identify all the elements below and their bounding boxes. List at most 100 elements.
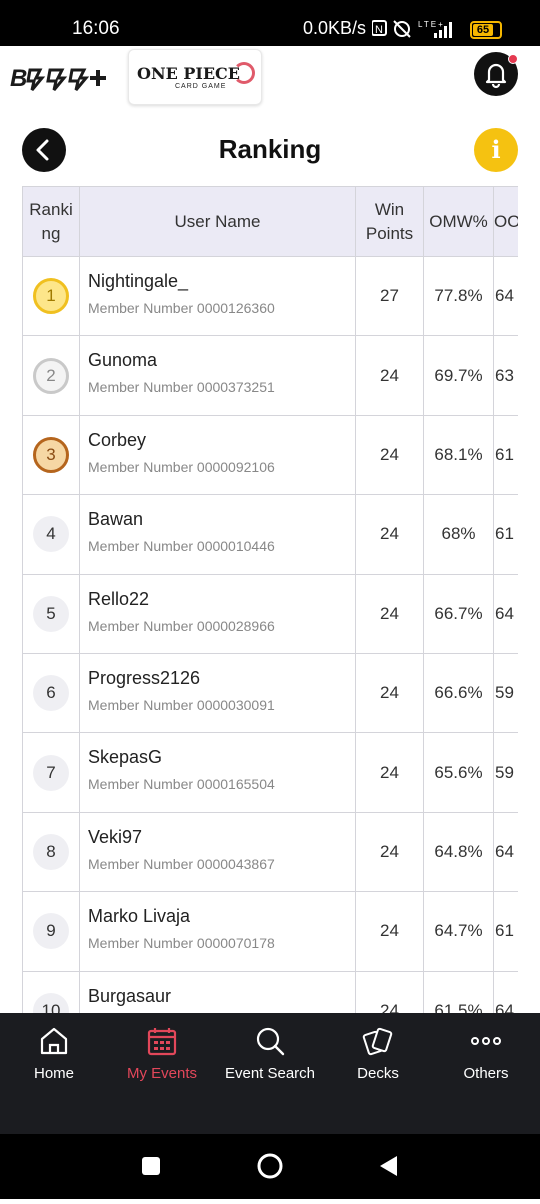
nav-others[interactable]: Others xyxy=(432,1013,540,1134)
header-omw[interactable]: OMW% xyxy=(423,187,493,256)
notification-dot xyxy=(508,54,518,64)
user-name: Rello22 xyxy=(88,588,150,609)
win-points-cell: 24 xyxy=(355,495,423,574)
user-name: Gunoma xyxy=(88,350,158,371)
omw-cell: 64.8% xyxy=(423,812,493,892)
win-points-cell: 24 xyxy=(355,892,423,971)
notification-button[interactable] xyxy=(474,52,518,96)
win-points-cell: 24 xyxy=(355,654,423,733)
recent-apps-icon[interactable] xyxy=(142,1157,160,1175)
rank-badge: 6 xyxy=(33,675,69,712)
table-row[interactable]: 3 Corbey Member Number 0000092106 24 68.1% 61 xyxy=(22,415,518,496)
table-row[interactable]: 5 Rello22 Member Number 0000028966 24 66.7% 6… xyxy=(22,574,518,654)
user-cell[interactable]: Rello22 Member Number 0000028966 xyxy=(79,574,355,653)
brand-swirl-icon xyxy=(233,62,255,84)
user-cell[interactable]: Burgasaur xyxy=(79,971,355,1013)
omw-cell: 69.7% xyxy=(423,336,493,415)
oo-cell: 59 xyxy=(493,733,518,812)
rank-cell: 5 xyxy=(22,574,79,653)
omw-cell: 68% xyxy=(423,495,493,574)
table-row[interactable]: 7 SkepasG Member Number 0000165504 24 65.6% 5… xyxy=(22,733,518,813)
table-row[interactable]: 8 Veki97 Member Number 0000043867 24 64.8% 64 xyxy=(22,812,518,893)
one-piece-logo[interactable]: ONE PIECE CARD GAME xyxy=(128,49,262,105)
search-icon xyxy=(256,1027,285,1056)
status-icons: N LTE+ xyxy=(371,18,464,44)
rank-cell: 10 xyxy=(22,971,79,1013)
user-cell[interactable]: Gunoma Member Number 0000373251 xyxy=(79,336,355,415)
table-row[interactable]: 1 Nightingale_ Member Number 0000126360 27 7… xyxy=(22,257,518,337)
user-name: Progress2126 xyxy=(88,668,201,688)
rank-badge: 4 xyxy=(33,516,69,553)
rank-badge: 5 xyxy=(33,595,69,632)
oo-cell: 61 xyxy=(493,495,518,574)
rank-badge: 1 xyxy=(33,278,69,315)
home-icon xyxy=(40,1027,68,1055)
user-cell[interactable]: Marko Livaja Member Number 0000070178 xyxy=(79,892,355,971)
member-number: Member Number 0000010446 xyxy=(88,538,275,555)
brand-title: ONE PIECE xyxy=(137,64,240,83)
cards-icon xyxy=(362,1027,393,1056)
rank-cell: 6 xyxy=(22,654,79,733)
table-row[interactable]: 4 Bawan Member Number 0000010446 24 68% 61 xyxy=(22,495,518,575)
table-row[interactable]: 6 Progress2126 Member Number 0000030091 24 6… xyxy=(22,654,518,734)
member-number: Member Number 0000070178 xyxy=(88,935,275,952)
table-header: Ranking User Name Win Points OMW% OO xyxy=(22,186,518,257)
user-cell[interactable]: Corbey Member Number 0000092106 xyxy=(79,415,355,495)
oo-cell: 59 xyxy=(493,654,518,733)
table-row[interactable]: 2 Gunoma Member Number 0000373251 24 69.7% 63 xyxy=(22,336,518,416)
user-name: SkepasG xyxy=(88,747,163,768)
member-number: Member Number 0000165504 xyxy=(88,776,275,793)
rank-cell: 4 xyxy=(22,495,79,574)
rank-badge: 10 xyxy=(33,992,69,1013)
table-row[interactable]: 9 Marko Livaja Member Number 0000070178 24 6… xyxy=(22,892,518,972)
nav-home[interactable]: Home xyxy=(0,1013,108,1134)
rank-cell: 9 xyxy=(22,892,79,971)
member-number: Member Number 0000028966 xyxy=(88,617,275,634)
ranking-table[interactable]: Ranking User Name Win Points OMW% OO 1 Ni… xyxy=(22,186,518,1013)
header-rank[interactable]: Ranking xyxy=(22,187,79,256)
omw-cell: 77.8% xyxy=(423,257,493,336)
rank-cell: 1 xyxy=(22,257,79,336)
rank-badge: 9 xyxy=(33,913,69,950)
app-bar: B ONE PIECE CARD GAME xyxy=(0,46,540,110)
calendar-icon xyxy=(147,1028,177,1056)
header-oo[interactable]: OO xyxy=(493,187,518,256)
oo-cell: 61 xyxy=(493,415,518,495)
home-system-icon[interactable] xyxy=(257,1153,283,1179)
logo-icon: B xyxy=(10,65,106,92)
oo-cell: 63 xyxy=(493,336,518,415)
user-name: Burgasaur xyxy=(88,985,172,1006)
user-cell[interactable]: Veki97 Member Number 0000043867 xyxy=(79,812,355,892)
win-points-cell: 24 xyxy=(355,336,423,415)
bottom-nav: Home My Events Event Search Decks Others xyxy=(0,1013,540,1134)
svg-text:B: B xyxy=(10,65,27,92)
header-win-points[interactable]: Win Points xyxy=(355,187,423,256)
header-user[interactable]: User Name xyxy=(79,187,355,256)
battery-icon: 65 xyxy=(470,21,502,39)
nav-decks[interactable]: Decks xyxy=(324,1013,432,1134)
bandai-tcg-logo[interactable]: B xyxy=(10,62,110,101)
status-bar: 16:06 0.0KB/s N LTE+ 65 xyxy=(0,0,540,46)
member-number: Member Number 0000373251 xyxy=(88,379,275,396)
win-points-cell: 24 xyxy=(355,733,423,812)
omw-cell: 65.6% xyxy=(423,733,493,812)
user-cell[interactable]: Progress2126 Member Number 0000030091 xyxy=(79,654,355,733)
member-number: Member Number 0000092106 xyxy=(88,458,275,475)
user-cell[interactable]: Nightingale_ Member Number 0000126360 xyxy=(79,257,355,336)
user-name: Marko Livaja xyxy=(88,906,191,927)
rank-cell: 8 xyxy=(22,812,79,892)
omw-cell: 66.7% xyxy=(423,574,493,653)
oo-cell: 61 xyxy=(493,892,518,971)
user-cell[interactable]: Bawan Member Number 0000010446 xyxy=(79,495,355,574)
nav-event-search[interactable]: Event Search xyxy=(216,1013,324,1134)
back-system-icon[interactable] xyxy=(380,1156,397,1176)
user-cell[interactable]: SkepasG Member Number 0000165504 xyxy=(79,733,355,812)
info-button[interactable]: i xyxy=(474,128,518,172)
omw-cell: 66.6% xyxy=(423,654,493,733)
rank-cell: 2 xyxy=(22,336,79,415)
nav-my-events[interactable]: My Events xyxy=(108,1013,216,1134)
win-points-cell: 24 xyxy=(355,415,423,495)
table-row[interactable]: 10 Burgasaur 24 61.5% 64 xyxy=(22,971,518,1013)
back-button[interactable] xyxy=(22,128,66,172)
system-nav-bar xyxy=(0,1134,540,1199)
